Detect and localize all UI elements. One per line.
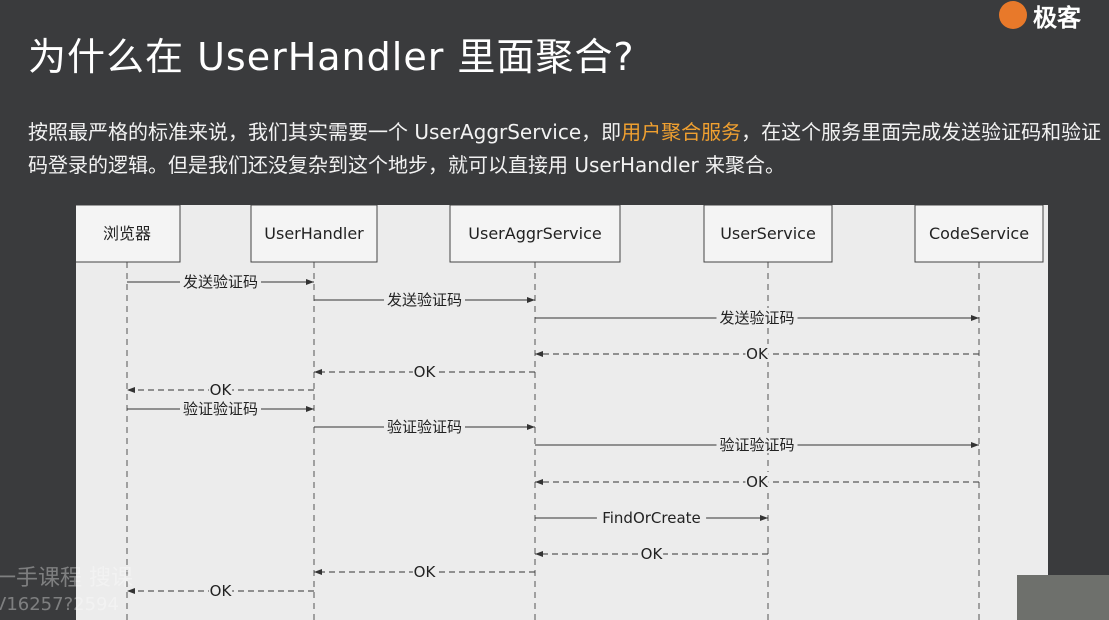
message-label: OK bbox=[210, 582, 233, 600]
body-paragraph: 按照最严格的标准来说，我们其实需要一个 UserAggrService，即用户聚… bbox=[28, 116, 1108, 182]
message-label: 验证验证码 bbox=[719, 436, 794, 454]
brand-logo: 极客 bbox=[999, 0, 1109, 32]
message-label: OK bbox=[746, 345, 769, 363]
message-label: OK bbox=[746, 473, 769, 491]
message-label: OK bbox=[414, 363, 437, 381]
watermark-text: 一手课程 搜课 bbox=[0, 566, 133, 591]
message-label: 发送验证码 bbox=[183, 273, 258, 291]
sequence-diagram-canvas: 浏览器 UserHandler UserAggrService UserService… bbox=[76, 205, 1044, 620]
paragraph-highlight: 用户聚合服务 bbox=[621, 120, 742, 144]
message-label: OK bbox=[641, 545, 664, 563]
message-label: 发送验证码 bbox=[719, 309, 794, 327]
participant-label: UserService bbox=[720, 224, 816, 243]
sequence-diagram: 浏览器 UserHandler UserAggrService UserService… bbox=[76, 205, 1048, 620]
message-label: 发送验证码 bbox=[387, 291, 462, 309]
slide-title: 为什么在 UserHandler 里面聚合? bbox=[28, 35, 635, 79]
presenter-video-thumbnail bbox=[1017, 575, 1109, 620]
message-label: OK bbox=[414, 563, 437, 581]
message-label: 验证验证码 bbox=[387, 418, 462, 436]
message-label: 验证验证码 bbox=[183, 400, 258, 418]
paragraph-text-before: 按照最严格的标准来说，我们其实需要一个 UserAggrService，即 bbox=[28, 120, 622, 144]
message-label: FindOrCreate bbox=[602, 509, 701, 527]
participant-label: 浏览器 bbox=[103, 224, 151, 243]
participant-label: CodeService bbox=[929, 224, 1029, 243]
participant-label: UserAggrService bbox=[468, 224, 601, 243]
logo-icon bbox=[999, 1, 1027, 29]
message-label: OK bbox=[210, 381, 233, 399]
logo-text: 极客 bbox=[1033, 3, 1081, 32]
watermark-id: V16257?2594 bbox=[0, 594, 119, 615]
participant-label: UserHandler bbox=[264, 224, 364, 243]
